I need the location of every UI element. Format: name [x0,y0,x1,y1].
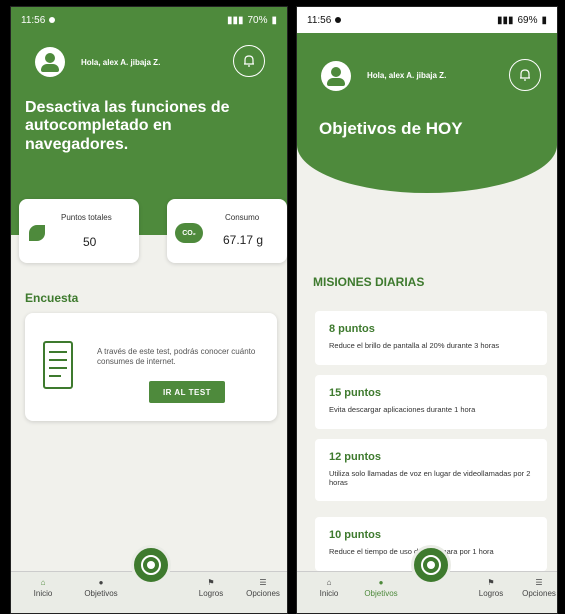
mission-card[interactable]: 12 puntos Utiliza solo llamadas de voz en… [315,439,547,501]
power-icon [141,555,161,575]
leaf-icon [29,225,45,241]
notification-icon [49,17,56,23]
target-icon: ● [378,578,384,587]
flag-icon: ⚑ [207,578,215,587]
clipboard-icon [43,341,73,389]
nav-options[interactable]: ☰ Opciones [519,578,557,598]
notification-icon [335,17,342,23]
survey-text: A través de este test, podrás conocer cu… [97,347,256,366]
status-bar: 11:56 ▮▮▮ 69% ▮ [297,7,557,33]
greeting: Hola, alex A. jibaja Z. [367,71,447,80]
bell-icon [520,69,530,81]
target-icon: ● [98,578,104,587]
mission-points: 10 puntos [329,529,381,541]
points-label: Puntos totales [61,213,112,222]
survey-card: A través de este test, podrás conocer cu… [25,313,277,421]
menu-icon: ☰ [259,578,267,587]
nav-achievements[interactable]: ⚑ Logros [191,578,231,598]
battery-icon: ▮ [541,14,547,26]
power-fab-button[interactable] [411,545,451,585]
total-points-card: Puntos totales 50 [19,199,139,263]
nav-goals[interactable]: ● Objetivos [361,578,401,598]
bell-icon [244,55,254,67]
survey-section-title: Encuesta [25,291,79,305]
notifications-button[interactable] [509,59,541,91]
mission-desc: Reduce el brillo de pantalla al 20% dura… [329,341,500,350]
mission-points: 12 puntos [329,451,381,463]
nav-goals[interactable]: ● Objetivos [81,578,121,598]
tip-title: Desactiva las funciones de autocompletad… [25,99,230,153]
points-value: 50 [83,235,97,249]
power-icon [421,555,441,575]
signal-icon: ▮▮▮ [496,14,514,26]
goals-screen: 11:56 ▮▮▮ 69% ▮ Hola, alex A. jibaja Z. Ob… [296,6,558,614]
mission-points: 8 puntos [329,323,375,335]
nav-home[interactable]: ⌂ Inicio [309,578,349,598]
battery-level: 69% [517,14,538,26]
missions-section-title: MISIONES DIARIAS [313,275,425,289]
battery-icon: ▮ [271,14,277,26]
notifications-button[interactable] [233,45,265,77]
avatar[interactable] [321,61,351,91]
status-time: 11:56 [21,14,46,26]
consumption-label: Consumo [225,213,260,222]
mission-desc: Evita descargar aplicaciones durante 1 h… [329,405,476,414]
battery-level: 70% [247,14,268,26]
page-title: Objetivos de HOY [319,119,463,138]
nav-options[interactable]: ☰ Opciones [243,578,283,598]
greeting: Hola, alex A. jibaja Z. [81,58,161,67]
mission-points: 15 puntos [329,387,381,399]
go-to-test-button[interactable]: IR AL TEST [149,381,225,403]
status-bar: 11:56 ▮▮▮ 70% ▮ [11,7,287,33]
home-icon: ⌂ [326,578,332,587]
co2-cloud-icon: CO₂ [175,223,203,243]
mission-card[interactable]: 15 puntos Evita descargar aplicaciones du… [315,375,547,429]
menu-icon: ☰ [535,578,543,587]
status-time: 11:56 [307,14,332,26]
home-icon: ⌂ [40,578,46,587]
consumption-card: CO₂ Consumo 67.17 g [167,199,287,263]
avatar[interactable] [35,47,65,77]
mission-desc: Utiliza solo llamadas de voz en lugar de… [329,469,531,488]
mission-card[interactable]: 8 puntos Reduce el brillo de pantalla al … [315,311,547,365]
signal-icon: ▮▮▮ [226,14,244,26]
power-fab-button[interactable] [131,545,171,585]
consumption-value: 67.17 g [223,233,264,247]
home-screen: 11:56 ▮▮▮ 70% ▮ Hola, alex A. jibaja Z. De… [10,6,288,614]
nav-achievements[interactable]: ⚑ Logros [471,578,511,598]
goals-header: Hola, alex A. jibaja Z. Objetivos de HOY [297,33,557,193]
flag-icon: ⚑ [487,578,495,587]
nav-home[interactable]: ⌂ Inicio [23,578,63,598]
